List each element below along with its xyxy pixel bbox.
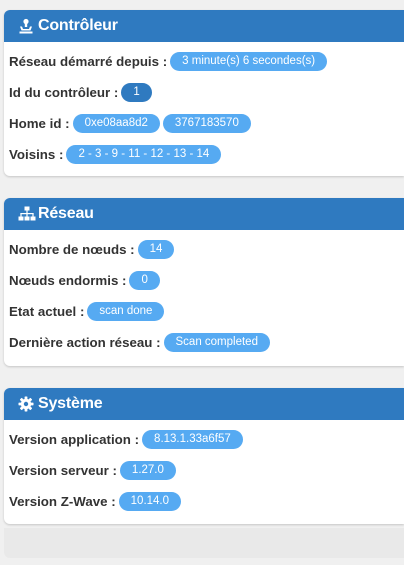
sleeping-nodes-label: Nœuds endormis :: [9, 273, 127, 288]
controller-panel-title: Contrôleur: [38, 17, 118, 34]
home-id-row: Home id : 0xe08aa8d2 3767183570: [9, 108, 404, 139]
server-version-row: Version serveur : 1.27.0: [9, 455, 404, 486]
current-state-badge: scan done: [87, 302, 165, 321]
server-version-label: Version serveur :: [9, 463, 117, 478]
current-state-row: Etat actuel : scan done: [9, 296, 404, 327]
neighbors-row: Voisins : 2 - 3 - 9 - 11 - 12 - 13 - 14: [9, 139, 404, 170]
system-panel-header: Système: [4, 388, 404, 420]
neighbors-label: Voisins :: [9, 147, 64, 162]
zwave-version-badge: 10.14.0: [118, 492, 182, 511]
last-action-label: Dernière action réseau :: [9, 335, 161, 350]
node-count-row: Nombre de nœuds : 14: [9, 234, 404, 265]
bottom-strip: [4, 528, 404, 558]
controller-panel: Contrôleur Réseau démarré depuis : 3 min…: [4, 10, 404, 176]
home-id-label: Home id :: [9, 116, 70, 131]
last-action-row: Dernière action réseau : Scan completed: [9, 327, 404, 358]
zwave-version-label: Version Z-Wave :: [9, 494, 116, 509]
app-version-row: Version application : 8.13.1.33a6f57: [9, 424, 404, 455]
sleeping-nodes-row: Nœuds endormis : 0: [9, 265, 404, 296]
current-state-label: Etat actuel :: [9, 304, 85, 319]
controller-id-row: Id du contrôleur : 1: [9, 77, 404, 108]
network-started-badge: 3 minute(s) 6 secondes(s): [170, 52, 328, 71]
home-id-hex-badge: 0xe08aa8d2: [72, 114, 160, 133]
zwave-version-row: Version Z-Wave : 10.14.0: [9, 486, 404, 517]
app-version-label: Version application :: [9, 432, 140, 447]
controller-id-label: Id du contrôleur :: [9, 85, 119, 100]
controller-icon: [18, 18, 34, 34]
controller-id-badge: 1: [121, 83, 152, 102]
last-action-badge: Scan completed: [163, 333, 270, 352]
app-version-badge: 8.13.1.33a6f57: [142, 430, 243, 449]
sitemap-icon: [18, 206, 36, 222]
sleeping-nodes-badge: 0: [129, 271, 160, 290]
server-version-badge: 1.27.0: [119, 461, 176, 480]
home-id-dec-badge: 3767183570: [162, 114, 251, 133]
system-panel-title: Système: [38, 395, 103, 412]
network-panel: Réseau Nombre de nœuds : 14 Nœuds endorm…: [4, 198, 404, 366]
network-started-label: Réseau démarré depuis :: [9, 54, 168, 69]
controller-panel-header: Contrôleur: [4, 10, 404, 42]
neighbors-badge: 2 - 3 - 9 - 11 - 12 - 13 - 14: [66, 145, 222, 164]
network-started-row: Réseau démarré depuis : 3 minute(s) 6 se…: [9, 46, 404, 77]
gear-icon: [18, 396, 34, 412]
system-panel: Système Version application : 8.13.1.33a…: [4, 388, 404, 524]
node-count-badge: 14: [137, 240, 175, 259]
node-count-label: Nombre de nœuds :: [9, 242, 135, 257]
network-panel-header: Réseau: [4, 198, 404, 230]
network-panel-title: Réseau: [38, 205, 94, 222]
